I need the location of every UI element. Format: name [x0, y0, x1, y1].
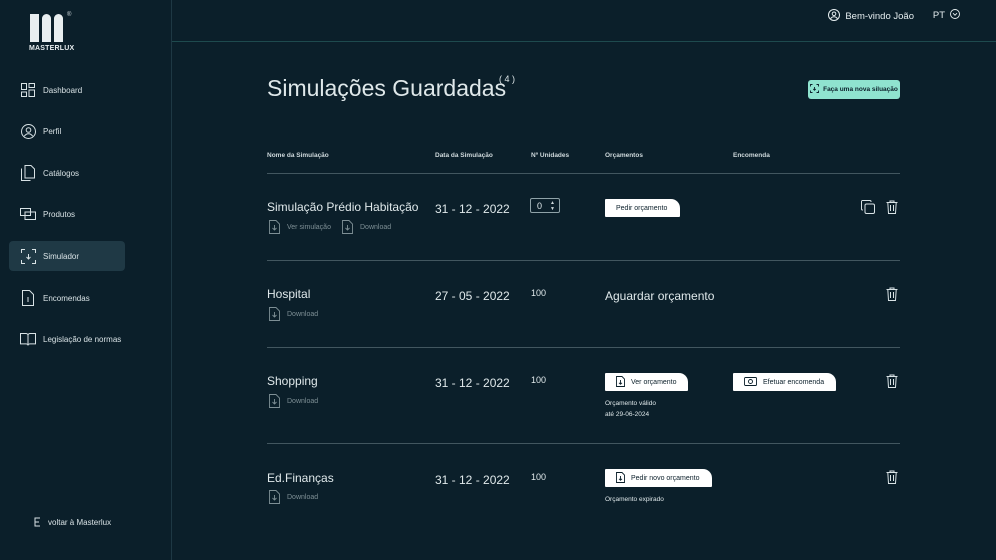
sidebar-item-label: Catálogos	[43, 168, 80, 178]
simulation-date: 31 - 12 - 2022	[435, 376, 510, 390]
sidebar-item-encomendas[interactable]: Encomendas	[9, 283, 125, 313]
trash-icon[interactable]	[884, 469, 900, 485]
download-link[interactable]: Download	[267, 307, 318, 321]
dashboard-icon	[20, 82, 36, 98]
column-header-units: Nº Unidades	[531, 152, 570, 159]
download-doc-icon	[267, 307, 281, 321]
logo-text: MASTERLUX	[29, 45, 75, 52]
column-header-name: Nome da Simulação	[267, 152, 329, 159]
view-quote-button[interactable]: Ver orçamento	[605, 373, 688, 391]
masterlux-logo[interactable]: ® MASTERLUX	[29, 12, 75, 54]
trash-icon[interactable]	[884, 286, 900, 302]
place-order-label: Efetuar encomenda	[763, 378, 825, 386]
user-menu[interactable]: Bem-vindo João	[828, 9, 914, 24]
divider	[267, 173, 900, 174]
view-simulation-label: Ver simulação	[287, 223, 331, 231]
back-arrow-icon	[34, 517, 42, 527]
trash-icon[interactable]	[884, 199, 900, 215]
divider	[267, 347, 900, 348]
order-icon	[20, 290, 36, 306]
units-value: 0	[537, 200, 543, 211]
simulator-icon	[810, 84, 820, 95]
sidebar-item-produtos[interactable]: Produtos	[9, 199, 125, 229]
sidebar-item-label: Encomendas	[43, 293, 90, 303]
products-icon	[20, 206, 36, 222]
divider	[267, 443, 900, 444]
request-new-quote-button[interactable]: Pedir novo orçamento	[605, 469, 712, 487]
column-header-date: Data da Simulação	[435, 152, 493, 159]
download-doc-icon	[616, 471, 625, 485]
simulation-count: ( 4 )	[499, 74, 516, 84]
download-doc-icon	[340, 220, 354, 234]
download-label: Download	[287, 310, 319, 318]
documents-icon	[20, 165, 36, 181]
request-quote-label: Pedir orçamento	[616, 204, 668, 212]
trash-icon[interactable]	[884, 373, 900, 389]
sidebar-item-label: Dashboard	[43, 85, 83, 95]
quote-expired-note: Orçamento expirado	[605, 496, 664, 503]
download-link[interactable]: Download	[340, 220, 391, 234]
divider	[267, 260, 900, 261]
simulator-icon	[20, 248, 36, 264]
simulation-date: 27 - 05 - 2022	[435, 289, 510, 303]
stepper-arrows-icon[interactable]: ▲ ▼	[550, 200, 555, 212]
new-simulation-label: Faça uma nova siluação	[823, 86, 898, 93]
back-to-masterlux-link[interactable]: voltar à Masterlux	[34, 517, 111, 527]
simulation-date: 31 - 12 - 2022	[435, 202, 510, 216]
duplicate-icon[interactable]	[860, 199, 876, 215]
view-simulation-link[interactable]: Ver simulação	[267, 220, 331, 234]
units-value: 100	[531, 472, 547, 482]
camera-icon	[744, 376, 757, 388]
book-icon	[20, 331, 36, 347]
place-order-button[interactable]: Efetuar encomenda	[733, 373, 836, 391]
simulation-name: Hospital	[267, 287, 311, 301]
sidebar-item-simulador[interactable]: Simulador	[9, 241, 125, 271]
simulation-date: 31 - 12 - 2022	[435, 473, 510, 487]
download-doc-icon	[267, 394, 281, 408]
language-selector[interactable]: PT	[933, 9, 960, 22]
view-quote-label: Ver orçamento	[631, 378, 677, 386]
sidebar: ® MASTERLUX Dashboard Perfil Catálogos P…	[0, 0, 172, 560]
download-doc-icon	[267, 220, 281, 234]
chevron-down-circle-icon	[950, 9, 960, 22]
download-label: Download	[287, 493, 319, 501]
download-link[interactable]: Download	[267, 394, 318, 408]
units-value: 100	[531, 375, 547, 385]
download-link[interactable]: Download	[267, 490, 318, 504]
sidebar-item-dashboard[interactable]: Dashboard	[9, 75, 125, 105]
request-new-quote-label: Pedir novo orçamento	[631, 474, 700, 482]
sidebar-item-label: Simulador	[43, 251, 80, 261]
sidebar-item-catalogos[interactable]: Catálogos	[9, 158, 125, 188]
sidebar-item-perfil[interactable]: Perfil	[9, 116, 125, 146]
sidebar-item-label: Perfil	[43, 126, 62, 136]
logo-registered-mark: ®	[67, 12, 72, 18]
page-title: Simulações Guardadas	[267, 75, 507, 101]
simulation-name: Simulação Prédio Habitação	[267, 200, 419, 214]
quote-status: Aguardar orçamento	[605, 289, 715, 303]
download-doc-icon	[616, 375, 625, 389]
units-value: 100	[531, 288, 547, 298]
column-header-order: Encomenda	[733, 152, 770, 159]
download-label: Download	[287, 397, 319, 405]
quote-validity-note: Orçamento válido	[605, 400, 656, 407]
download-label: Download	[360, 223, 392, 231]
units-stepper[interactable]: 0 ▲ ▼	[530, 198, 560, 213]
simulation-name: Shopping	[267, 374, 318, 388]
sidebar-item-label: Legislação de normas	[43, 334, 122, 344]
new-simulation-button[interactable]: Faça uma nova siluação	[808, 80, 900, 99]
user-circle-icon	[20, 123, 36, 139]
back-link-label: voltar à Masterlux	[48, 517, 112, 527]
simulation-name: Ed.Finanças	[267, 471, 334, 485]
language-label: PT	[932, 10, 945, 21]
logo-mark	[30, 14, 63, 42]
download-doc-icon	[267, 490, 281, 504]
request-quote-button[interactable]: Pedir orçamento	[605, 199, 680, 217]
sidebar-item-label: Produtos	[43, 209, 76, 219]
column-header-quotes: Orçamentos	[605, 152, 643, 159]
greeting-text: Bem-vindo João	[845, 11, 914, 22]
top-bar: Bem-vindo João PT	[172, 0, 996, 42]
sidebar-item-legislacao[interactable]: Legislação de normas	[9, 324, 125, 354]
user-circle-icon	[828, 9, 841, 24]
quote-validity-date: até 29-06-2024	[605, 411, 650, 418]
